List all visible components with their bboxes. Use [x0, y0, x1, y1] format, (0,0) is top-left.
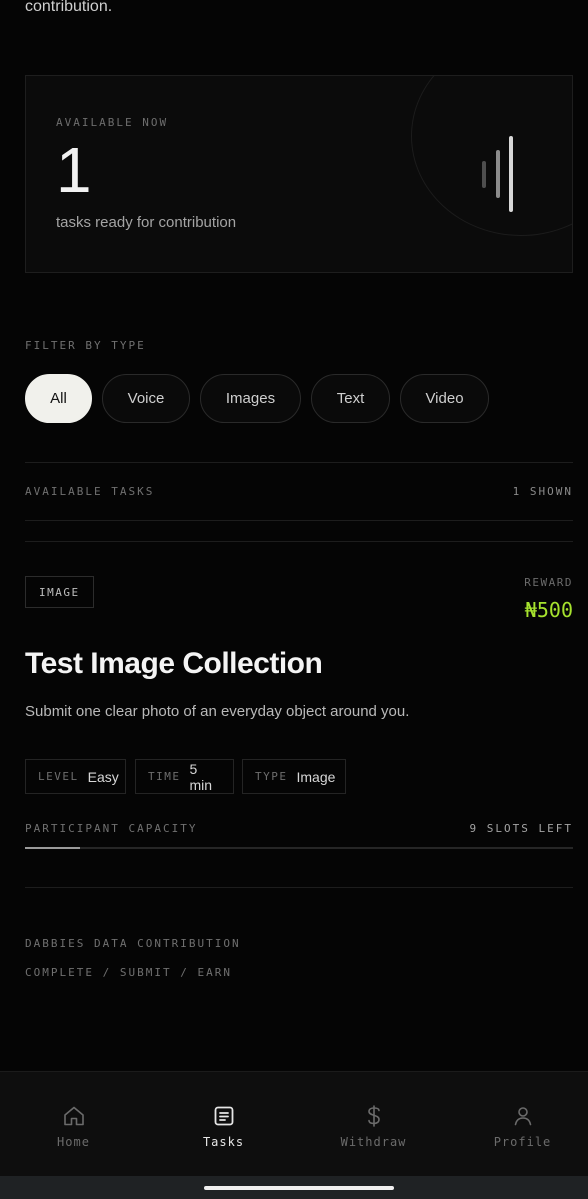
available-now-card: AVAILABLE NOW 1 tasks ready for contribu… [25, 75, 573, 273]
task-card-top-border [25, 541, 573, 542]
filter-chip-images[interactable]: Images [200, 374, 301, 423]
filter-chip-voice[interactable]: Voice [102, 374, 190, 423]
dollar-icon [362, 1104, 386, 1128]
nav-label-home: Home [57, 1135, 90, 1149]
hero-subtitle: tasks ready for contribution [56, 214, 237, 231]
home-gesture-handle[interactable] [204, 1186, 394, 1190]
shown-count: 1 SHOWN [512, 485, 573, 498]
capacity-progress-fill [25, 847, 80, 849]
hero-kicker: AVAILABLE NOW [56, 116, 169, 129]
nav-item-withdraw[interactable]: Withdraw [300, 1072, 447, 1177]
capacity-label: PARTICIPANT CAPACITY [25, 822, 198, 835]
divider [25, 462, 573, 463]
available-tasks-label: AVAILABLE TASKS [25, 485, 155, 498]
profile-icon [511, 1104, 535, 1128]
task-title[interactable]: Test Image Collection [25, 647, 323, 681]
filter-chip-all[interactable]: All [25, 374, 92, 423]
meta-type-value: Image [296, 768, 336, 785]
nav-label-tasks: Tasks [202, 1135, 245, 1149]
divider [25, 887, 573, 888]
intro-text: contribution. [25, 0, 113, 15]
meta-time-value: 5 min [189, 760, 213, 793]
footer-tagline: COMPLETE / SUBMIT / EARN [25, 966, 232, 979]
decorative-ring [411, 76, 572, 236]
reward-value: ₦500 [524, 598, 573, 622]
home-icon [62, 1104, 86, 1128]
meta-type-key: TYPE [255, 770, 288, 783]
nav-label-withdraw: Withdraw [340, 1135, 407, 1149]
available-count: 1 [56, 134, 92, 206]
meta-time-key: TIME [148, 770, 181, 783]
bottom-nav: Home Tasks Withdraw Profile [0, 1071, 588, 1176]
slots-left: 9 SLOTS LEFT [469, 822, 573, 835]
filter-chip-video[interactable]: Video [400, 374, 489, 423]
meta-level-value: Easy [87, 768, 119, 785]
divider [25, 520, 573, 521]
reward-label: REWARD [524, 576, 573, 589]
meta-level-key: LEVEL [38, 770, 79, 783]
waveform-bar [496, 150, 500, 198]
task-description: Submit one clear photo of an everyday ob… [25, 703, 410, 720]
nav-item-home[interactable]: Home [0, 1072, 147, 1177]
tasks-icon [212, 1104, 236, 1128]
nav-item-tasks[interactable]: Tasks [150, 1072, 297, 1177]
filter-chips: All Voice Images Text Video [25, 374, 489, 423]
footer-brand: DABBIES DATA CONTRIBUTION [25, 937, 241, 950]
meta-type: TYPE Image [242, 759, 346, 794]
meta-level: LEVEL Easy [25, 759, 126, 794]
system-navigation-bar [0, 1176, 588, 1199]
capacity-progress [25, 847, 573, 849]
filter-label: FILTER BY TYPE [25, 339, 146, 352]
nav-label-profile: Profile [493, 1135, 552, 1149]
waveform-bar [509, 136, 513, 212]
filter-chip-text[interactable]: Text [311, 374, 390, 423]
meta-time: TIME 5 min [135, 759, 234, 794]
nav-item-profile[interactable]: Profile [449, 1072, 588, 1177]
task-type-badge: IMAGE [25, 576, 94, 608]
waveform-bar [482, 161, 486, 188]
